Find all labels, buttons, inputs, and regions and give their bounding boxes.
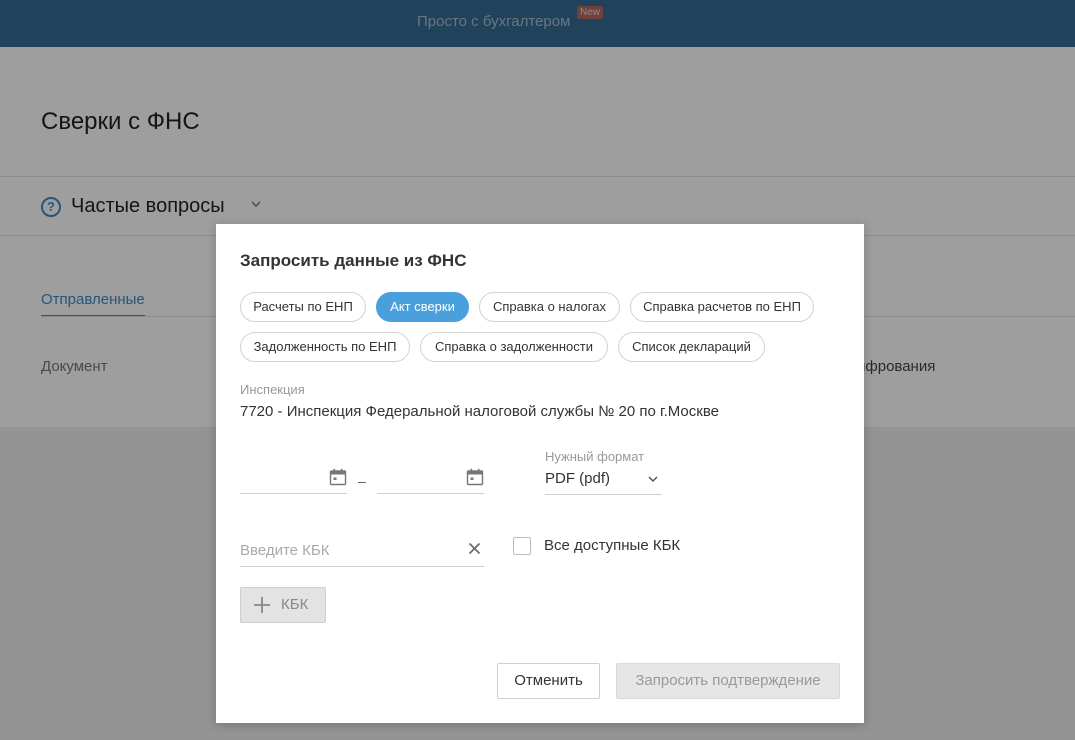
all-kbk-checkbox[interactable] [513,537,531,555]
inspection-label: Инспекция [240,382,305,397]
date-to-field[interactable] [377,462,484,494]
add-kbk-label: КБК [281,596,309,613]
request-confirmation-button[interactable]: Запросить подтверждение [616,663,840,699]
format-label: Нужный формат [545,449,645,464]
chip-enp-debt[interactable]: Задолженность по ЕНП [240,332,410,362]
chevron-down-icon [648,476,658,483]
kbk-input-field [240,535,484,567]
inspection-value: 7720 - Инспекция Федеральной налоговой с… [240,403,719,420]
chip-debt-certificate[interactable]: Справка о задолженности [420,332,608,362]
chip-enp-calc-certificate[interactable]: Справка расчетов по ЕНП [630,292,814,322]
chip-tax-certificate[interactable]: Справка о налогах [479,292,620,322]
all-kbk-label[interactable]: Все доступные КБК [544,537,680,554]
calendar-icon[interactable] [329,468,347,486]
format-select[interactable]: PDF (pdf) [545,465,662,495]
close-icon[interactable] [468,542,481,555]
request-dialog: Запросить данные из ФНС Расчеты по ЕНП А… [216,224,864,723]
add-kbk-button[interactable]: КБК [240,587,326,623]
kbk-input[interactable] [240,539,460,561]
chip-reconciliation-act[interactable]: Акт сверки [376,292,469,322]
date-from-field[interactable] [240,462,347,494]
format-value: PDF (pdf) [545,470,611,487]
chip-enp-calculations[interactable]: Расчеты по ЕНП [240,292,366,322]
dialog-title: Запросить данные из ФНС [240,251,467,270]
plus-icon [254,597,270,613]
cancel-button[interactable]: Отменить [497,663,600,699]
date-separator: – [358,473,366,489]
calendar-icon[interactable] [466,468,484,486]
chip-declaration-list[interactable]: Список деклараций [618,332,765,362]
